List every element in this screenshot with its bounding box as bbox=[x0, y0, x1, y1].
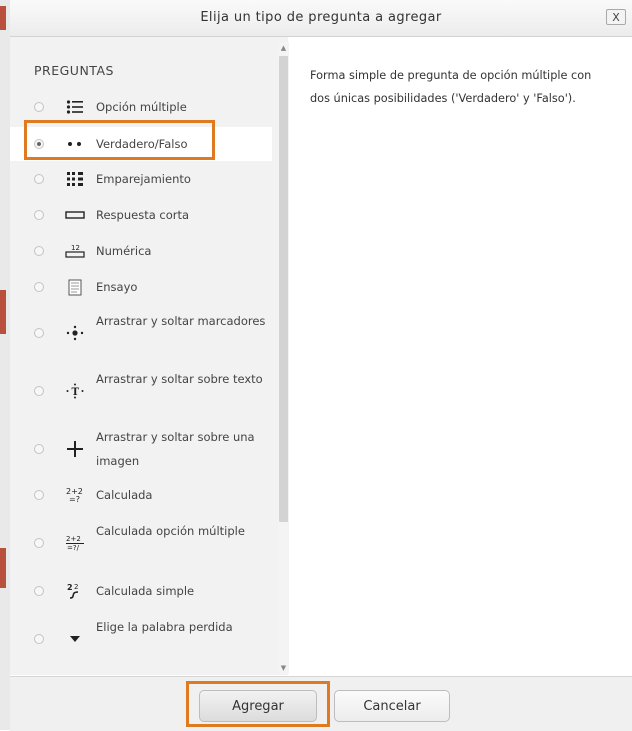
calculated-multichoice-icon: 2+2 =?/ bbox=[64, 532, 86, 554]
question-type-ddwtos[interactable]: T Arrastrar y soltar sobre texto bbox=[10, 365, 272, 417]
scroll-thumb[interactable] bbox=[279, 56, 288, 522]
question-type-gapselect[interactable]: Elige la palabra perdida bbox=[10, 613, 272, 665]
question-type-calculatedmulti[interactable]: 2+2 =?/ Calculada opción múltiple bbox=[10, 517, 272, 569]
question-type-truefalse[interactable]: Verdadero/Falso bbox=[10, 127, 272, 161]
question-type-ddmarker[interactable]: Arrastrar y soltar marcadores bbox=[10, 307, 272, 359]
question-type-description: Forma simple de pregunta de opción múlti… bbox=[310, 69, 592, 105]
svg-text:12: 12 bbox=[71, 244, 80, 252]
radio-button[interactable] bbox=[34, 210, 44, 220]
scroll-up-arrow-icon[interactable]: ▲ bbox=[278, 42, 289, 54]
multichoice-list-icon bbox=[64, 96, 86, 118]
radio-button[interactable] bbox=[34, 246, 44, 256]
list-scrollbar[interactable]: ▲ ▼ bbox=[278, 42, 289, 674]
svg-text:=?/: =?/ bbox=[67, 544, 80, 552]
background-accent bbox=[0, 548, 6, 588]
question-type-label: Emparejamiento bbox=[96, 172, 191, 186]
question-type-label: Calculada opción múltiple bbox=[96, 524, 245, 538]
question-type-label: Calculada simple bbox=[96, 584, 195, 598]
question-type-list: PREGUNTAS Opción múltiple Verdadero/Fals… bbox=[10, 37, 288, 675]
add-button[interactable]: Agregar bbox=[199, 690, 317, 722]
question-type-label: Opción múltiple bbox=[96, 100, 187, 114]
svg-text:T: T bbox=[72, 387, 80, 398]
radio-button[interactable] bbox=[34, 586, 44, 596]
numerical-12-icon: 12 bbox=[64, 240, 86, 262]
radio-button[interactable] bbox=[34, 490, 44, 500]
radio-button[interactable] bbox=[34, 174, 44, 184]
question-type-multichoice[interactable]: Opción múltiple bbox=[10, 93, 272, 121]
question-type-label: Verdadero/Falso bbox=[96, 137, 188, 151]
true-false-dots-icon bbox=[64, 133, 86, 155]
question-type-label: Respuesta corta bbox=[96, 208, 190, 222]
dialog-footer: Agregar Cancelar bbox=[10, 676, 632, 731]
svg-text:=?: =? bbox=[69, 495, 80, 504]
dropdown-triangle-icon bbox=[64, 628, 86, 650]
svg-text:2: 2 bbox=[67, 583, 73, 592]
radio-button[interactable] bbox=[34, 386, 44, 396]
question-type-ddimageortext[interactable]: Arrastrar y soltar sobre una imagen bbox=[10, 423, 272, 475]
background-accent bbox=[0, 290, 6, 334]
question-type-calculated[interactable]: 2+2 =? Calculada bbox=[10, 481, 272, 509]
scroll-down-arrow-icon[interactable]: ▼ bbox=[278, 662, 289, 674]
question-type-numerical[interactable]: 12 Numérica bbox=[10, 237, 272, 265]
question-type-label: Calculada bbox=[96, 488, 153, 502]
radio-button[interactable] bbox=[34, 444, 44, 454]
calculated-formula-icon: 2+2 =? bbox=[64, 484, 86, 506]
question-type-essay[interactable]: Ensayo bbox=[10, 273, 272, 301]
svg-text:2: 2 bbox=[74, 583, 78, 591]
radio-button[interactable] bbox=[34, 328, 44, 338]
radio-button[interactable] bbox=[34, 538, 44, 548]
question-type-calculatedsimple[interactable]: 22 Calculada simple bbox=[10, 577, 272, 605]
radio-button[interactable] bbox=[34, 282, 44, 292]
essay-document-icon bbox=[64, 276, 86, 298]
question-type-label: Numérica bbox=[96, 244, 152, 258]
radio-button[interactable] bbox=[34, 139, 44, 149]
add-question-dialog: Elija un tipo de pregunta a agregar X PR… bbox=[10, 0, 632, 731]
close-button[interactable]: X bbox=[606, 9, 626, 25]
short-answer-box-icon bbox=[64, 204, 86, 226]
list-header: PREGUNTAS bbox=[34, 63, 114, 78]
question-type-shortanswer[interactable]: Respuesta corta bbox=[10, 201, 272, 229]
radio-button[interactable] bbox=[34, 102, 44, 112]
radio-button[interactable] bbox=[34, 634, 44, 644]
calculated-simple-icon: 22 bbox=[64, 580, 86, 602]
question-type-label: Elige la palabra perdida bbox=[96, 620, 233, 634]
question-type-label: Arrastrar y soltar marcadores bbox=[96, 314, 266, 328]
matching-grid-icon bbox=[64, 168, 86, 190]
question-type-matching[interactable]: Emparejamiento bbox=[10, 165, 272, 193]
question-type-label: Ensayo bbox=[96, 280, 138, 294]
drag-drop-image-cross-icon bbox=[64, 438, 86, 460]
svg-text:2+2: 2+2 bbox=[66, 535, 81, 543]
background-accent bbox=[0, 6, 6, 30]
drag-drop-markers-icon bbox=[64, 322, 86, 344]
dialog-title: Elija un tipo de pregunta a agregar bbox=[200, 10, 442, 25]
question-type-label: Arrastrar y soltar sobre texto bbox=[96, 372, 263, 386]
question-type-label: Arrastrar y soltar sobre una imagen bbox=[96, 430, 255, 468]
cancel-button[interactable]: Cancelar bbox=[334, 690, 450, 722]
dialog-titlebar: Elija un tipo de pregunta a agregar X bbox=[10, 0, 632, 37]
drag-drop-text-icon: T bbox=[64, 380, 86, 402]
